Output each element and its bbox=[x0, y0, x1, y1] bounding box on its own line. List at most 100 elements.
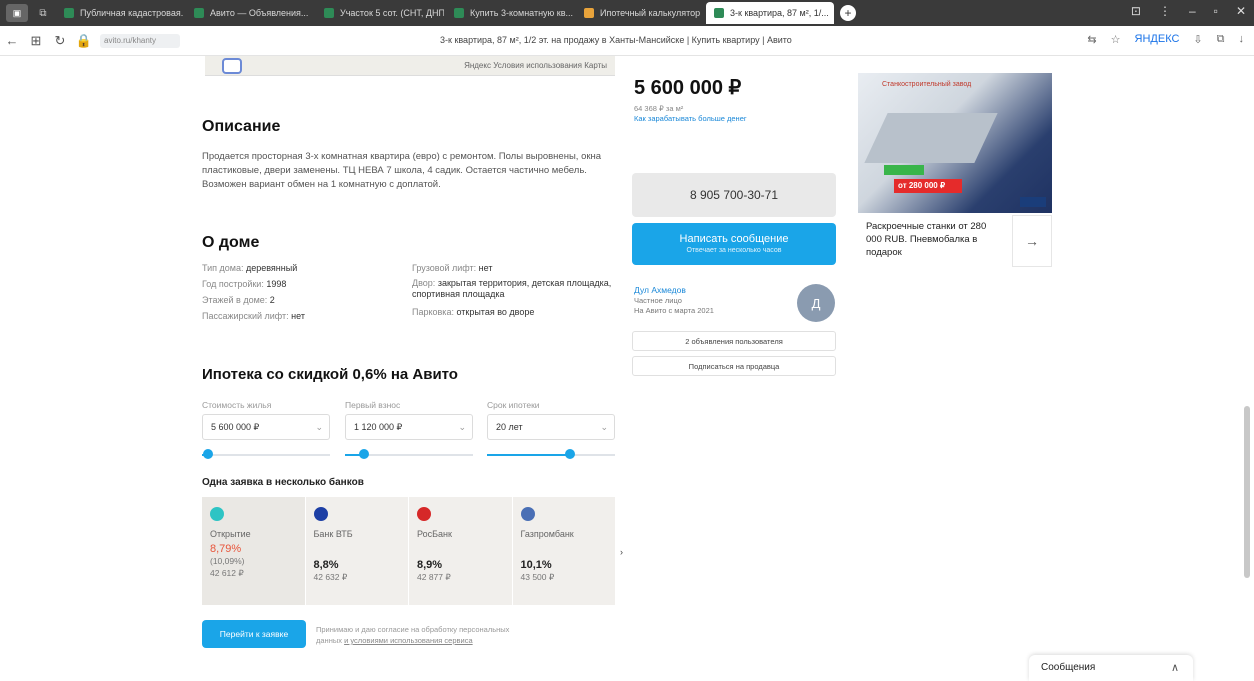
map-attribution: Яндекс Условия использования Карты bbox=[464, 61, 607, 70]
browser-tab[interactable]: Ипотечный калькулятор bbox=[576, 2, 704, 24]
subscribe-seller-button[interactable]: Подписаться на продавца bbox=[632, 356, 836, 376]
legal-terms-link[interactable]: и условиями использования сервиса bbox=[344, 636, 473, 645]
mortgage-field-input[interactable]: 20 лет ⌄ bbox=[487, 414, 615, 440]
messages-widget[interactable]: Сообщения ∧ bbox=[1029, 655, 1193, 681]
map-pin-icon bbox=[222, 58, 242, 74]
ad-arrow-button[interactable]: → bbox=[1012, 215, 1052, 267]
chevron-up-icon[interactable]: ∧ bbox=[1171, 661, 1179, 674]
send-application-button[interactable]: Перейти к заявке bbox=[202, 620, 306, 648]
bank-logo-icon bbox=[520, 507, 535, 521]
downloads-icon[interactable]: ⇩ bbox=[1193, 33, 1202, 46]
download-arrow-icon[interactable]: ↓ bbox=[1239, 33, 1245, 46]
seller-since: На Авито с марта 2021 bbox=[634, 306, 714, 315]
banks-list: Открытие 8,79% (10,09%) 42 612 ₽ Банк ВТБ 8,8… bbox=[202, 497, 616, 605]
bookmark-icon[interactable]: ☆ bbox=[1111, 33, 1121, 46]
back-icon[interactable]: ← bbox=[0, 33, 24, 48]
yandex-link[interactable]: ЯНДЕКС bbox=[1135, 33, 1180, 46]
browser-tab[interactable]: 3-к квартира, 87 м², 1/...✕ bbox=[706, 2, 834, 24]
description-title: Описание bbox=[202, 118, 281, 135]
seller-info: Частное лицо На Авито с марта 2021 bbox=[634, 296, 714, 316]
mortgage-title: Ипотека со скидкой 0,6% на Авито bbox=[202, 366, 458, 383]
page-title-in-address[interactable]: 3-к квартира, 87 м², 1/2 эт. на продажу … bbox=[440, 35, 792, 45]
bank-rate: 8,79% bbox=[210, 543, 242, 555]
bank-offer[interactable]: Открытие 8,79% (10,09%) 42 612 ₽ bbox=[202, 497, 306, 605]
ad-price-tag: от 280 000 ₽ bbox=[894, 179, 962, 193]
bank-rate: 10,1% bbox=[520, 559, 552, 571]
chevron-down-icon: ⌄ bbox=[315, 422, 323, 432]
bank-offer[interactable]: Банк ВТБ 8,8% 42 632 ₽ bbox=[306, 497, 409, 605]
banks-title: Одна заявка в несколько банков bbox=[202, 477, 364, 488]
tab-actions-icon[interactable]: ⧉ bbox=[32, 4, 54, 22]
ad-text[interactable]: Раскроечные станки от 280 000 RUB. Пневм… bbox=[866, 220, 996, 259]
browser-tab[interactable]: Авито — Объявления... bbox=[186, 2, 314, 24]
collections-icon[interactable]: ⊡ bbox=[1131, 4, 1141, 18]
new-tab-icon[interactable]: + bbox=[840, 5, 856, 21]
seller-name[interactable]: Дул Ахмедов bbox=[634, 285, 686, 295]
minimize-icon[interactable]: – bbox=[1189, 4, 1196, 18]
maximize-icon[interactable]: ▫ bbox=[1214, 4, 1218, 18]
slider-handle[interactable] bbox=[203, 449, 214, 459]
mortgage-slider[interactable] bbox=[345, 449, 473, 459]
house-param-row: Тип дома: деревянный bbox=[202, 260, 402, 276]
browser-tab[interactable]: Участок 5 сот. (СНТ, ДНП) bbox=[316, 2, 444, 24]
house-param-key: Этажей в доме: bbox=[202, 295, 268, 305]
bank-offer[interactable]: РосБанк 8,9% 42 877 ₽ bbox=[409, 497, 513, 605]
map-preview[interactable]: Яндекс Условия использования Карты bbox=[205, 56, 615, 76]
mortgage-field-input[interactable]: 5 600 000 ₽ ⌄ bbox=[202, 414, 330, 440]
mortgage-field-input[interactable]: 1 120 000 ₽ ⌄ bbox=[345, 414, 473, 440]
url-chip[interactable]: avito.ru/khanty bbox=[100, 33, 180, 48]
slider-handle[interactable] bbox=[359, 449, 370, 459]
translate-icon[interactable]: ⇆ bbox=[1087, 33, 1096, 46]
house-param-value: 2 bbox=[269, 295, 275, 305]
screenshot-tool-icon[interactable]: ▣ bbox=[6, 4, 28, 22]
close-icon[interactable]: ✕ bbox=[1236, 4, 1246, 18]
tab-label: Купить 3-комнатную кв... bbox=[470, 8, 574, 18]
site-info-icon[interactable]: 🔒 bbox=[72, 33, 96, 49]
reload-icon[interactable]: ↻ bbox=[48, 33, 72, 49]
slider-handle[interactable] bbox=[565, 449, 576, 459]
house-param-key: Пассажирский лифт: bbox=[202, 311, 289, 321]
ad-avito-logo bbox=[1020, 197, 1046, 207]
description-text: Продается просторная 3-х комнатная кварт… bbox=[202, 151, 602, 190]
write-message-note: Отвечает за несколько часов bbox=[686, 247, 782, 254]
house-param-row: Двор: закрытая территория, детская площа… bbox=[412, 278, 612, 300]
browser-tab[interactable]: Купить 3-комнатную кв... bbox=[446, 2, 574, 24]
tab-menu-icon[interactable]: ⋮ bbox=[1159, 4, 1171, 18]
show-phone-button[interactable]: 8 905 700-30-71 bbox=[632, 173, 836, 217]
house-param-value: нет bbox=[478, 263, 493, 273]
mortgage-field-value: 1 120 000 ₽ bbox=[354, 422, 403, 432]
tab-favicon-icon bbox=[64, 8, 74, 18]
bank-name: РосБанк bbox=[417, 529, 452, 539]
slider-track bbox=[202, 454, 330, 456]
bank-rate: 8,9% bbox=[417, 559, 443, 571]
sidebar-icon[interactable]: ⊞ bbox=[24, 33, 48, 49]
house-param-key: Год постройки: bbox=[202, 279, 264, 289]
extensions-icon[interactable]: ⧉ bbox=[1217, 33, 1225, 46]
mortgage-slider[interactable] bbox=[202, 449, 330, 459]
mortgage-slider[interactable] bbox=[487, 449, 615, 459]
ad-image[interactable]: Станкостроительный завод от 280 000 ₽ bbox=[858, 73, 1052, 213]
house-param-row: Парковка: открытая во дворе bbox=[412, 304, 612, 320]
bank-monthly-payment: 42 632 ₽ bbox=[313, 572, 348, 582]
tab-favicon-icon bbox=[324, 8, 334, 18]
write-message-button[interactable]: Написать сообщение Отвечает за несколько… bbox=[632, 223, 836, 265]
mortgage-field-value: 20 лет bbox=[496, 422, 523, 432]
house-param-value: нет bbox=[291, 311, 305, 321]
ad-green-stripe bbox=[884, 165, 924, 175]
ad-machine-shape bbox=[864, 113, 998, 163]
bank-monthly-payment: 43 500 ₽ bbox=[520, 572, 555, 582]
browser-tab[interactable]: Публичная кадастровая... bbox=[56, 2, 184, 24]
legal-text: Принимаю и даю согласие на обработку пер… bbox=[316, 624, 536, 646]
page-scrollbar[interactable] bbox=[1244, 406, 1250, 578]
banks-next-arrow[interactable]: › bbox=[620, 547, 623, 557]
bank-offer[interactable]: Газпромбанк 10,1% 43 500 ₽ bbox=[513, 497, 616, 605]
house-param-row: Грузовой лифт: нет bbox=[412, 260, 612, 276]
seller-ads-button[interactable]: 2 объявления пользователя bbox=[632, 331, 836, 351]
mortgage-field-value: 5 600 000 ₽ bbox=[211, 422, 260, 432]
mortgage-field-label: Срок ипотеки bbox=[487, 400, 540, 410]
price-info-link[interactable]: Как зарабатывать больше денег bbox=[634, 114, 747, 124]
tab-label: Авито — Объявления... bbox=[210, 8, 309, 18]
seller-avatar[interactable]: Д bbox=[797, 284, 835, 322]
price-per-m2: 64 368 ₽ за м² bbox=[634, 104, 684, 113]
bank-name: Банк ВТБ bbox=[313, 529, 353, 539]
